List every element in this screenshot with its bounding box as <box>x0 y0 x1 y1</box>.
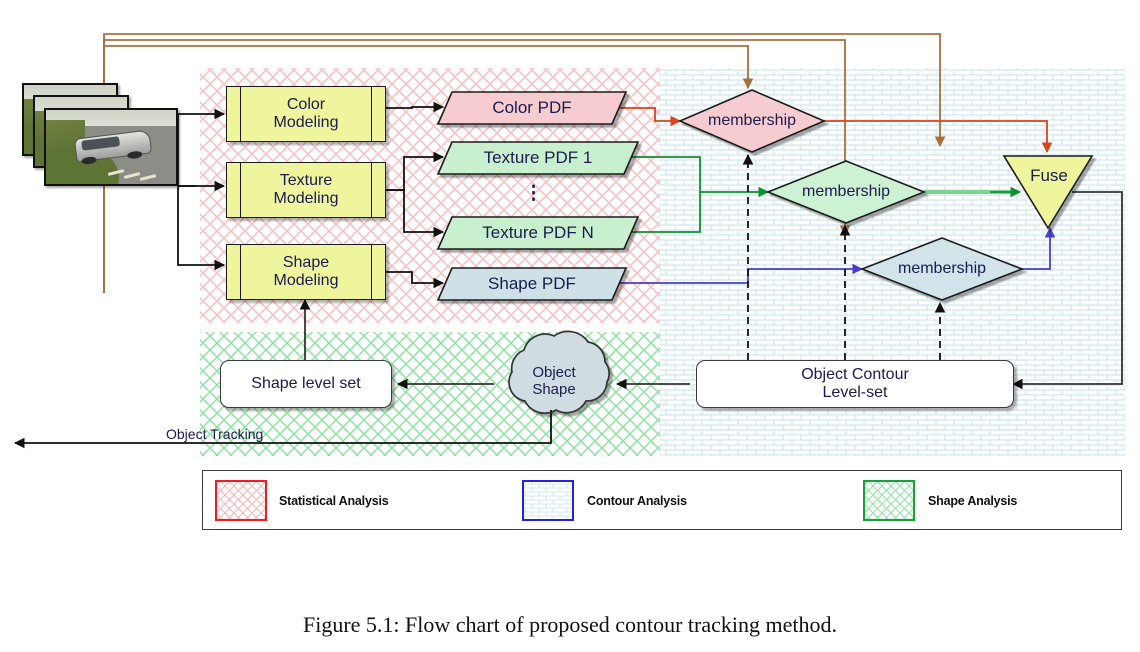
input-frame-1 <box>44 108 178 186</box>
color-pdf-label: Color PDF <box>492 98 572 118</box>
shape-modeling-box[interactable]: Shape Modeling <box>226 244 386 300</box>
texture-pdf-1-label-wrap[interactable]: Texture PDF 1 <box>438 142 638 174</box>
legend-label-contour: Contour Analysis <box>587 494 687 508</box>
membership-texture-label: membership <box>801 183 891 201</box>
membership-color-label-wrap[interactable]: membership <box>682 108 822 134</box>
object-tracking-label: Object Tracking <box>166 426 264 442</box>
texture-pdf-ellipsis: ⋮ <box>524 183 544 204</box>
shape-pdf-label: Shape PDF <box>488 274 576 294</box>
legend-label-shape: Shape Analysis <box>928 494 1018 508</box>
texture-pdf-n-label-wrap[interactable]: Texture PDF N <box>438 217 638 249</box>
legend-label-statistical: Statistical Analysis <box>279 494 389 508</box>
shape-level-set-box[interactable]: Shape level set <box>220 360 392 408</box>
texture-modeling-box[interactable]: Texture Modeling <box>226 162 386 218</box>
membership-shape-label: membership <box>897 260 987 278</box>
object-contour-level-set-label: Object Contour Level-set <box>801 366 909 401</box>
fuse-label: Fuse <box>1030 166 1068 186</box>
shape-modeling-label: Shape Modeling <box>273 254 339 289</box>
membership-color-label: membership <box>707 112 797 130</box>
color-pdf-label-wrap[interactable]: Color PDF <box>438 92 626 124</box>
fuse-label-wrap[interactable]: Fuse <box>1010 164 1088 188</box>
texture-modeling-label: Texture Modeling <box>273 172 339 207</box>
object-shape-label-wrap[interactable]: Object Shape <box>512 360 596 404</box>
figure-container: Color Modeling Texture Modeling Shape Model… <box>0 0 1140 652</box>
texture-pdf-1-label: Texture PDF 1 <box>483 148 593 168</box>
membership-shape-label-wrap[interactable]: membership <box>872 256 1012 282</box>
color-modeling-label: Color Modeling <box>273 96 339 131</box>
object-shape-label: Object Shape <box>532 364 576 398</box>
shape-level-set-label: Shape level set <box>251 375 361 393</box>
object-contour-level-set-box[interactable]: Object Contour Level-set <box>696 360 1014 408</box>
membership-texture-label-wrap[interactable]: membership <box>776 179 916 205</box>
shape-pdf-label-wrap[interactable]: Shape PDF <box>438 268 626 300</box>
texture-pdf-n-label: Texture PDF N <box>482 223 594 243</box>
color-modeling-box[interactable]: Color Modeling <box>226 86 386 142</box>
figure-caption: Figure 5.1: Flow chart of proposed conto… <box>302 612 837 637</box>
